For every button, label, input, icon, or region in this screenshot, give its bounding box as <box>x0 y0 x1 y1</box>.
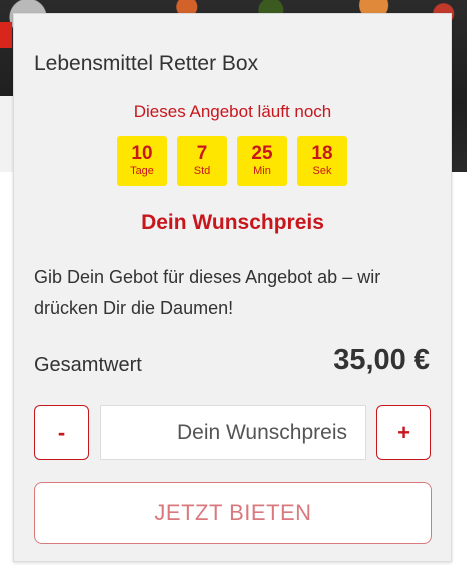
total-value-label: Gesamtwert <box>34 354 142 376</box>
submit-bid-button[interactable]: JETZT BIETEN <box>34 482 432 544</box>
background-photo-detail <box>0 22 12 48</box>
countdown-unit: Tage <box>130 165 154 177</box>
bid-description: Gib Dein Gebot für dieses Angebot ab – w… <box>34 267 381 318</box>
increase-bid-button[interactable]: + <box>376 405 431 460</box>
countdown-timer: 10 Tage 7 Std 25 Min 18 Sek <box>117 136 347 186</box>
wish-price-heading: Dein Wunschpreis <box>141 211 324 234</box>
countdown-seconds: 18 Sek <box>297 136 347 186</box>
wish-price-input[interactable] <box>100 405 366 460</box>
countdown-hours: 7 Std <box>177 136 227 186</box>
countdown-unit: Min <box>253 165 271 177</box>
countdown-label: Dieses Angebot läuft noch <box>133 102 332 121</box>
countdown-unit: Sek <box>312 165 332 177</box>
countdown-minutes: 25 Min <box>237 136 287 186</box>
decrease-bid-button[interactable]: - <box>34 405 89 460</box>
offer-card: Lebensmittel Retter Box Dieses Angebot l… <box>13 13 452 562</box>
countdown-value: 10 <box>131 143 153 164</box>
countdown-value: 7 <box>196 143 208 164</box>
offer-title: Lebensmittel Retter Box <box>34 52 259 75</box>
countdown-unit: Std <box>193 165 211 177</box>
background-photo-detail <box>0 96 14 172</box>
countdown-days: 10 Tage <box>117 136 167 186</box>
total-value-amount: 35,00 € <box>333 344 430 376</box>
countdown-value: 25 <box>251 143 273 164</box>
countdown-value: 18 <box>311 143 333 164</box>
